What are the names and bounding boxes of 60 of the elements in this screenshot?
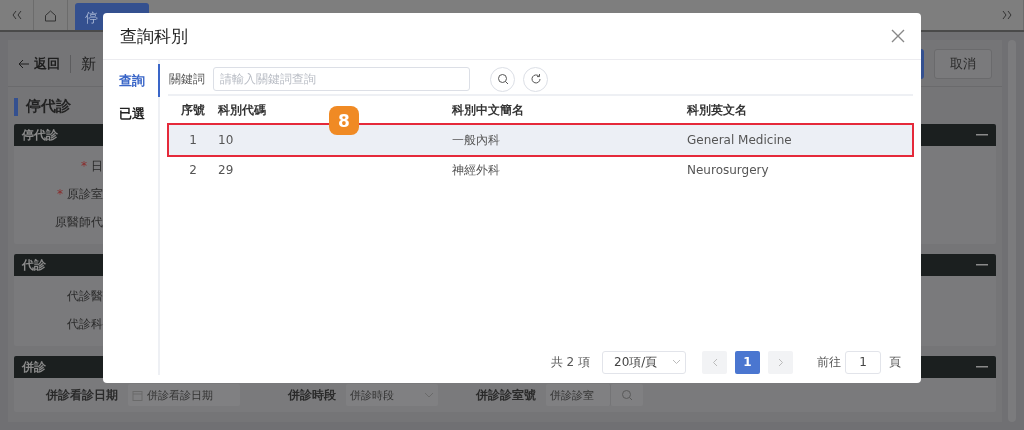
field-label: 併診時段 (288, 386, 336, 404)
section-title: 代診 (22, 256, 46, 274)
keyword-field[interactable]: 請輸入關鍵詞查詢 (213, 67, 470, 91)
section-title: 併診 (22, 358, 46, 376)
prev-page-button[interactable] (702, 350, 727, 374)
close-icon[interactable] (891, 29, 905, 43)
side-tab[interactable]: 查詢 (103, 64, 160, 97)
table-cell-text: Neurosurgery (687, 163, 770, 177)
next-page-button[interactable] (768, 350, 793, 374)
chevron-down-icon (424, 392, 434, 398)
search-button[interactable] (490, 66, 515, 92)
search-field[interactable]: 併診診室 (546, 384, 611, 406)
table-cell-text: 29 (218, 163, 235, 177)
keyword-label: 關鍵詞 (169, 70, 205, 88)
field-label: 原診室 (67, 185, 103, 203)
section-title: 停代診 (22, 126, 58, 144)
total-count: 共 2 項 (550, 353, 590, 371)
back-link[interactable]: 返回 (18, 55, 60, 73)
select-field[interactable]: 併診時段 (346, 384, 438, 406)
required-mark: * (57, 187, 63, 201)
date-field[interactable]: 併診看診日期 (128, 384, 240, 406)
cancel-button[interactable]: 取消 (934, 49, 992, 79)
field-label: 代診醫 (67, 287, 103, 305)
column-header: 序號 (180, 101, 206, 119)
field-label: 併診看診日期 (46, 386, 118, 404)
chevron-right-icon (777, 357, 784, 367)
field-label: 日 (91, 157, 103, 175)
dialog-title: 查詢科別 (120, 24, 188, 48)
chevron-left-icon (711, 357, 718, 367)
table-row[interactable]: 2 29 神經外科 Neurosurgery (168, 156, 913, 184)
side-tab[interactable]: 已選 (103, 97, 160, 130)
page-size-select[interactable]: 20項/頁 (602, 350, 686, 374)
chevron-down-icon (672, 359, 681, 365)
column-header: 科別代碼 (218, 101, 267, 119)
column-header: 科別中文簡名 (452, 101, 525, 119)
search-icon (496, 73, 509, 85)
calendar-icon (132, 389, 143, 401)
refresh-icon (529, 73, 542, 85)
search-button[interactable] (611, 384, 643, 406)
column-header: 科別英文名 (687, 101, 748, 119)
table-cell-text: 1 (188, 133, 198, 147)
required-mark: * (81, 159, 87, 173)
table-cell-text: 一般內科 (452, 131, 501, 149)
refresh-button[interactable] (523, 66, 548, 92)
field-label: 原醫師代 (55, 213, 103, 231)
section-heading: 停代診 (26, 97, 71, 116)
table-cell-text: 神經外科 (452, 161, 501, 179)
arrow-left-icon (18, 59, 30, 69)
search-icon (621, 389, 633, 401)
goto-label: 前往 (817, 353, 841, 371)
page-suffix: 頁 (889, 353, 901, 371)
table-cell-text: General Medicine (687, 133, 793, 147)
field-label: 併診診室號 (476, 386, 536, 404)
page-number[interactable]: 1 (735, 350, 760, 374)
table-cell-text: 10 (218, 133, 235, 147)
field-label: 代診科 (67, 315, 103, 333)
page-title: 新 (81, 54, 96, 74)
step-badge: 8 (329, 106, 359, 135)
table-cell-text: 2 (188, 163, 198, 177)
goto-page-field[interactable]: 1 (845, 350, 881, 374)
